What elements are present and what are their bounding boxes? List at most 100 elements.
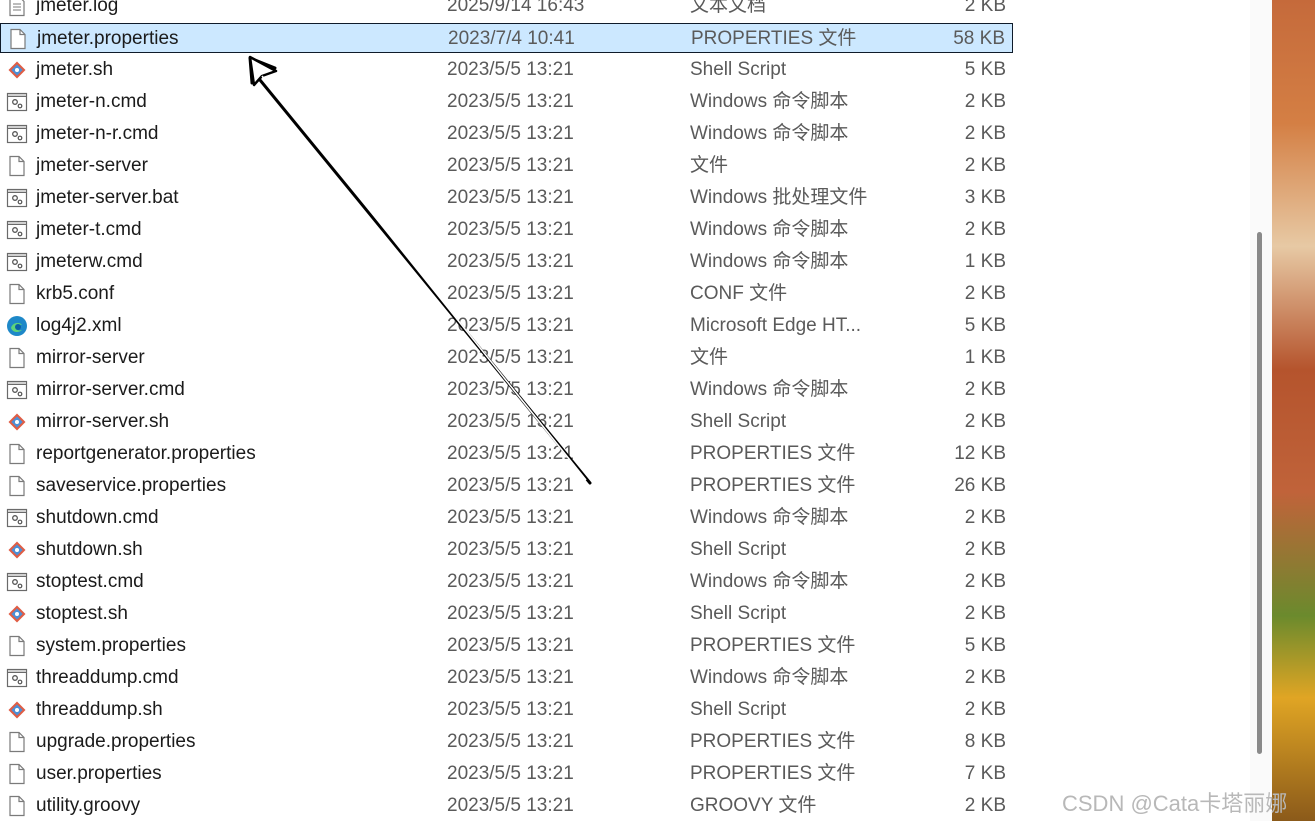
file-size: 1 KB bbox=[964, 251, 1006, 272]
file-name: jmeter.sh bbox=[36, 59, 114, 80]
file-date-modified: 2023/5/5 13:21 bbox=[447, 315, 574, 336]
file-name: utility.groovy bbox=[36, 795, 141, 816]
file-type: Shell Script bbox=[690, 539, 787, 560]
file-type: Microsoft Edge HT... bbox=[690, 315, 862, 336]
file-icon bbox=[6, 731, 28, 753]
file-date-modified: 2023/5/5 13:21 bbox=[447, 379, 574, 400]
file-row[interactable]: jmeter-server 2023/5/5 13:21 文件 2 KB bbox=[0, 151, 1013, 181]
file-type: PROPERTIES 文件 bbox=[690, 731, 856, 752]
cmd-script-icon bbox=[6, 379, 28, 401]
file-name: jmeter-t.cmd bbox=[36, 219, 142, 240]
file-row[interactable]: mirror-server.cmd 2023/5/5 13:21 Windows 命… bbox=[0, 375, 1013, 405]
file-name: mirror-server.sh bbox=[36, 411, 170, 432]
file-date-modified: 2023/5/5 13:21 bbox=[447, 699, 574, 720]
file-type: Shell Script bbox=[690, 59, 787, 80]
file-row[interactable]: reportgenerator.properties 2023/5/5 13:21… bbox=[0, 439, 1013, 469]
file-size: 5 KB bbox=[964, 59, 1006, 80]
file-date-modified: 2023/5/5 13:21 bbox=[447, 667, 574, 688]
file-row[interactable]: mirror-server.sh 2023/5/5 13:21 Shell Scri… bbox=[0, 407, 1013, 437]
file-date-modified: 2023/5/5 13:21 bbox=[447, 59, 574, 80]
file-type: Windows 命令脚本 bbox=[690, 571, 849, 592]
file-row[interactable]: jmeter-t.cmd 2023/5/5 13:21 Windows 命令脚本 2 … bbox=[0, 215, 1013, 245]
file-row[interactable]: log4j2.xml 2023/5/5 13:21 Microsoft Edge H… bbox=[0, 311, 1013, 341]
file-row[interactable]: saveservice.properties 2023/5/5 13:21 PROP… bbox=[0, 471, 1013, 501]
file-date-modified: 2023/5/5 13:21 bbox=[447, 731, 574, 752]
file-type: Windows 命令脚本 bbox=[690, 379, 849, 400]
file-row[interactable]: jmeter.log 2025/9/14 16:43 文本文档 2 KB bbox=[0, 0, 1013, 21]
file-type: Windows 批处理文件 bbox=[690, 187, 868, 208]
file-type: Windows 命令脚本 bbox=[690, 219, 849, 240]
file-type: GROOVY 文件 bbox=[690, 795, 817, 816]
file-type: Windows 命令脚本 bbox=[690, 123, 849, 144]
file-name: threaddump.sh bbox=[36, 699, 163, 720]
file-size: 2 KB bbox=[964, 283, 1006, 304]
cmd-script-icon bbox=[6, 507, 28, 529]
file-name: shutdown.sh bbox=[36, 539, 143, 560]
file-size: 58 KB bbox=[953, 28, 1005, 49]
file-size: 2 KB bbox=[964, 379, 1006, 400]
file-row[interactable]: threaddump.cmd 2023/5/5 13:21 Windows 命令脚本… bbox=[0, 663, 1013, 693]
file-name: system.properties bbox=[36, 635, 186, 656]
file-row[interactable]: stoptest.sh 2023/5/5 13:21 Shell Script 2 K… bbox=[0, 599, 1013, 629]
file-type: Windows 命令脚本 bbox=[690, 91, 849, 112]
file-icon bbox=[6, 283, 28, 305]
file-row-selected[interactable]: jmeter.properties 2023/7/4 10:41 PROPERTIE… bbox=[0, 23, 1013, 53]
file-name: threaddump.cmd bbox=[36, 667, 179, 688]
cmd-script-icon bbox=[6, 123, 28, 145]
file-row[interactable]: upgrade.properties 2023/5/5 13:21 PROPERTI… bbox=[0, 727, 1013, 757]
file-row[interactable]: jmeter.sh 2023/5/5 13:21 Shell Script 5 KB bbox=[0, 55, 1013, 85]
file-row[interactable]: stoptest.cmd 2023/5/5 13:21 Windows 命令脚本 2 … bbox=[0, 567, 1013, 597]
file-type: PROPERTIES 文件 bbox=[690, 475, 856, 496]
csdn-watermark: CSDN @Cata卡塔丽娜 bbox=[1062, 791, 1288, 816]
file-size: 1 KB bbox=[964, 347, 1006, 368]
file-row[interactable]: threaddump.sh 2023/5/5 13:21 Shell Script 2… bbox=[0, 695, 1013, 725]
file-date-modified: 2023/5/5 13:21 bbox=[447, 411, 574, 432]
file-size: 2 KB bbox=[964, 91, 1006, 112]
file-size: 2 KB bbox=[964, 795, 1006, 816]
file-row[interactable]: utility.groovy 2023/5/5 13:21 GROOVY 文件 2 K… bbox=[0, 791, 1013, 821]
file-size: 8 KB bbox=[964, 731, 1006, 752]
file-icon bbox=[7, 28, 29, 50]
file-row[interactable]: jmeter-n.cmd 2023/5/5 13:21 Windows 命令脚本 2 … bbox=[0, 87, 1013, 117]
file-size: 2 KB bbox=[964, 155, 1006, 176]
file-date-modified: 2023/5/5 13:21 bbox=[447, 539, 574, 560]
file-name: upgrade.properties bbox=[36, 731, 196, 752]
file-type: 文件 bbox=[690, 155, 729, 176]
file-type: PROPERTIES 文件 bbox=[691, 28, 857, 49]
file-icon bbox=[6, 635, 28, 657]
file-row[interactable]: mirror-server 2023/5/5 13:21 文件 1 KB bbox=[0, 343, 1013, 373]
file-row[interactable]: jmeter-n-r.cmd 2023/5/5 13:21 Windows 命令脚本… bbox=[0, 119, 1013, 149]
file-name: jmeter.log bbox=[36, 0, 119, 16]
file-size: 2 KB bbox=[964, 571, 1006, 592]
file-row[interactable]: user.properties 2023/5/5 13:21 PROPERTIES … bbox=[0, 759, 1013, 789]
file-row[interactable]: jmeterw.cmd 2023/5/5 13:21 Windows 命令脚本 1 K… bbox=[0, 247, 1013, 277]
file-size: 3 KB bbox=[964, 187, 1006, 208]
file-name: jmeter-server bbox=[36, 155, 148, 176]
file-name: user.properties bbox=[36, 763, 162, 784]
file-icon bbox=[6, 475, 28, 497]
scrollbar-thumb[interactable] bbox=[1257, 232, 1262, 754]
file-date-modified: 2023/5/5 13:21 bbox=[447, 763, 574, 784]
file-name: jmeter-n-r.cmd bbox=[36, 123, 159, 144]
file-name: mirror-server.cmd bbox=[36, 379, 185, 400]
file-type: Shell Script bbox=[690, 699, 787, 720]
file-name: shutdown.cmd bbox=[36, 507, 159, 528]
file-row[interactable]: jmeter-server.bat 2023/5/5 13:21 Windows 批… bbox=[0, 183, 1013, 213]
file-type: CONF 文件 bbox=[690, 283, 788, 304]
file-size: 12 KB bbox=[954, 443, 1006, 464]
cmd-script-icon bbox=[6, 187, 28, 209]
git-shell-icon bbox=[6, 59, 28, 81]
file-size: 2 KB bbox=[964, 603, 1006, 624]
file-date-modified: 2023/5/5 13:21 bbox=[447, 475, 574, 496]
file-date-modified: 2023/5/5 13:21 bbox=[447, 283, 574, 304]
file-row[interactable]: shutdown.sh 2023/5/5 13:21 Shell Script 2 K… bbox=[0, 535, 1013, 565]
file-date-modified: 2023/5/5 13:21 bbox=[447, 123, 574, 144]
file-row[interactable]: shutdown.cmd 2023/5/5 13:21 Windows 命令脚本 2 … bbox=[0, 503, 1013, 533]
file-date-modified: 2023/5/5 13:21 bbox=[447, 155, 574, 176]
file-row[interactable]: krb5.conf 2023/5/5 13:21 CONF 文件 2 KB bbox=[0, 279, 1013, 309]
file-row[interactable]: system.properties 2023/5/5 13:21 PROPERTIE… bbox=[0, 631, 1013, 661]
file-type: PROPERTIES 文件 bbox=[690, 443, 856, 464]
file-name: log4j2.xml bbox=[36, 315, 122, 336]
cmd-script-icon bbox=[6, 91, 28, 113]
file-name: jmeter.properties bbox=[37, 28, 179, 49]
